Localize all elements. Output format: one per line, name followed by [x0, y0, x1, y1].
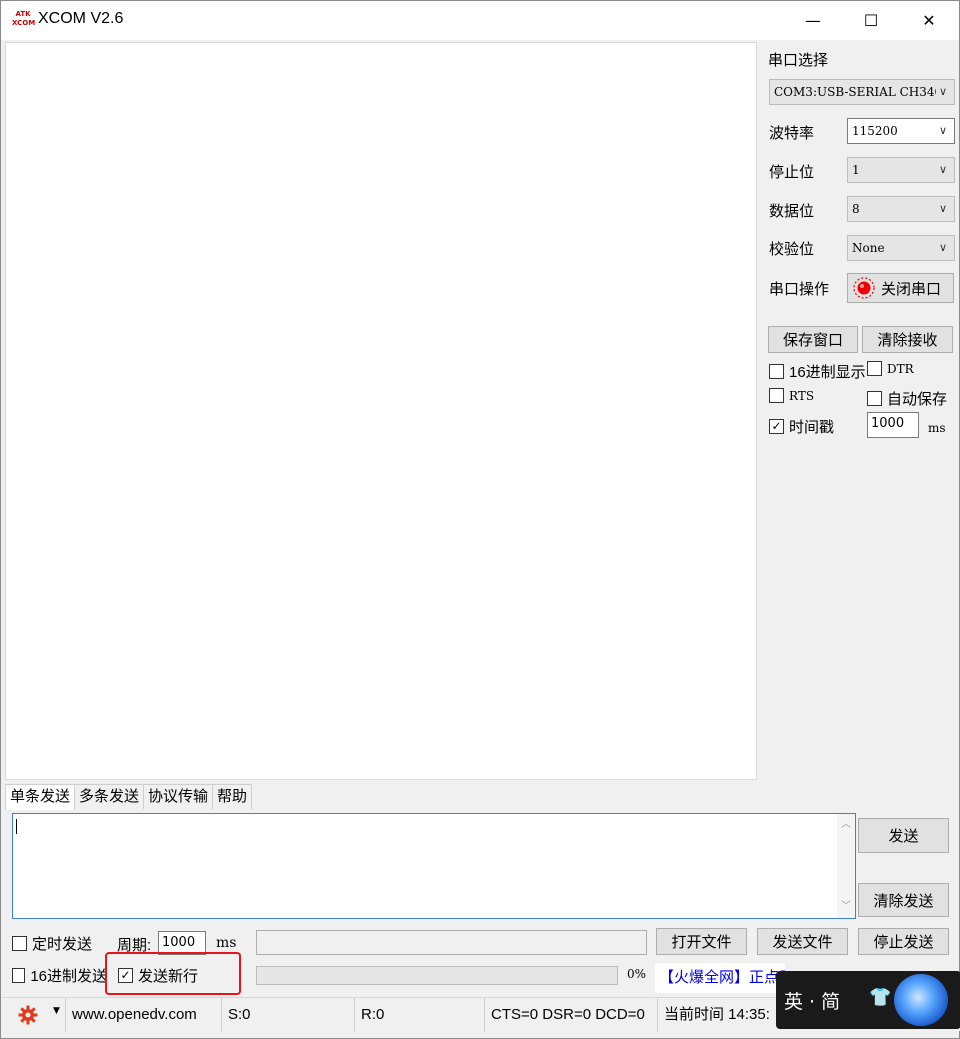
close-button[interactable]: ✕	[900, 1, 958, 40]
parity-select[interactable]: None ∨	[847, 235, 955, 261]
send-button[interactable]: 发送	[858, 818, 949, 853]
timed-send-checkbox[interactable]: 定时发送	[12, 933, 92, 954]
dtr-label: DTR	[887, 361, 914, 376]
baud-select[interactable]: 115200 ∨	[847, 118, 955, 144]
chevron-down-icon: ∨	[936, 158, 950, 182]
send-tabs: 单条发送 多条发送 协议传输 帮助	[5, 784, 253, 810]
port-operation-label: 串口操作	[769, 281, 830, 298]
send-scrollbar[interactable]: ︿ ﹀	[837, 814, 855, 918]
check-icon: ✓	[769, 419, 784, 434]
minimize-button[interactable]: —	[784, 1, 842, 40]
data-bits-value: 8	[852, 202, 860, 216]
ime-orb-icon	[894, 974, 948, 1026]
send-textarea[interactable]: ︿ ﹀	[12, 813, 856, 919]
received-count: R:0	[354, 998, 484, 1032]
chevron-down-icon: ∨	[936, 80, 950, 104]
xcom-window: ATK XCOM XCOM V2.6 — ☐ ✕ 串口选择 COM3:USB-SE…	[0, 0, 960, 1039]
text-caret	[16, 819, 17, 834]
data-bits-select[interactable]: 8 ∨	[847, 196, 955, 222]
caret-down-icon[interactable]: ▼	[53, 1006, 60, 1016]
timestamp-label: 时间戳	[789, 419, 835, 436]
close-port-button[interactable]: 关闭串口	[847, 273, 954, 303]
highlight-box	[105, 952, 241, 995]
chevron-down-icon: ∨	[936, 236, 950, 260]
rts-checkbox[interactable]: RTS	[769, 388, 814, 403]
tab-multi-send[interactable]: 多条发送	[74, 784, 145, 809]
stop-bits-label: 停止位	[769, 164, 815, 181]
window-title: XCOM V2.6	[38, 10, 124, 27]
hex-display-checkbox[interactable]: 16进制显示	[769, 361, 866, 382]
settings-gear-icon[interactable]	[18, 1005, 38, 1025]
scroll-down-icon[interactable]: ﹀	[837, 898, 855, 916]
hex-send-label: 16进制发送	[30, 968, 107, 985]
tab-protocol[interactable]: 协议传输	[143, 784, 214, 809]
chevron-down-icon: ∨	[936, 197, 950, 221]
timed-send-label: 定时发送	[32, 936, 93, 953]
checkbox-box	[867, 391, 882, 406]
hex-send-checkbox[interactable]: 16进制发送	[12, 965, 107, 986]
tab-single-send[interactable]: 单条发送	[5, 784, 76, 810]
stop-bits-value: 1	[852, 163, 860, 177]
title-bar[interactable]: ATK XCOM XCOM V2.6 — ☐ ✕	[1, 1, 959, 40]
port-select[interactable]: COM3:USB-SERIAL CH340 ∨	[769, 79, 955, 105]
timestamp-input[interactable]: 1000	[867, 412, 919, 438]
dtr-checkbox[interactable]: DTR	[867, 361, 914, 376]
ime-toolbar[interactable]: 英 · 简 👕	[776, 971, 960, 1029]
checkbox-box	[12, 968, 26, 983]
port-select-value: COM3:USB-SERIAL CH340	[774, 85, 943, 99]
timestamp-unit: ms	[928, 421, 946, 435]
ad-link[interactable]: 【火爆全网】正点原	[655, 963, 785, 993]
checkbox-box	[769, 388, 784, 403]
sent-count: S:0	[221, 998, 354, 1032]
ime-mode-text: 英 · 简	[784, 991, 841, 1013]
file-path-field[interactable]	[256, 930, 647, 955]
baud-label: 波特率	[769, 125, 815, 142]
timestamp-checkbox[interactable]: ✓ 时间戳	[769, 416, 834, 437]
send-file-button[interactable]: 发送文件	[757, 928, 848, 955]
receive-textarea[interactable]	[5, 42, 757, 780]
data-bits-label: 数据位	[769, 203, 815, 220]
parity-value: None	[852, 241, 885, 255]
close-port-label: 关闭串口	[881, 280, 942, 298]
scroll-up-icon[interactable]: ︿	[837, 816, 855, 834]
open-file-button[interactable]: 打开文件	[656, 928, 747, 955]
stop-send-button[interactable]: 停止发送	[858, 928, 949, 955]
chevron-down-icon: ∨	[936, 119, 950, 143]
auto-save-checkbox[interactable]: 自动保存	[867, 388, 947, 409]
checkbox-box	[867, 361, 882, 376]
hex-display-label: 16进制显示	[789, 364, 866, 381]
maximize-button[interactable]: ☐	[842, 1, 900, 40]
red-led-icon	[853, 277, 875, 299]
checkbox-box	[12, 936, 27, 951]
stop-bits-select[interactable]: 1 ∨	[847, 157, 955, 183]
port-select-label: 串口选择	[768, 52, 829, 69]
website-link[interactable]: www.openedv.com	[65, 998, 218, 1032]
app-logo-icon: ATK XCOM	[12, 10, 36, 27]
clear-send-button[interactable]: 清除发送	[858, 883, 949, 917]
signal-status: CTS=0 DSR=0 DCD=0	[484, 998, 656, 1032]
clear-receive-button[interactable]: 清除接收	[862, 326, 953, 353]
current-time: 当前时间 14:35:	[657, 998, 792, 1032]
save-window-button[interactable]: 保存窗口	[768, 326, 858, 353]
baud-select-value: 115200	[852, 124, 898, 138]
send-progress-text: 0%	[627, 967, 647, 981]
tab-help[interactable]: 帮助	[212, 784, 253, 809]
parity-label: 校验位	[769, 241, 815, 258]
ime-shirt-icon[interactable]: 👕	[869, 987, 891, 1008]
checkbox-box	[769, 364, 784, 379]
rts-label: RTS	[789, 388, 815, 403]
send-progress-bar	[256, 966, 618, 985]
auto-save-label: 自动保存	[887, 391, 948, 408]
period-unit: ms	[216, 935, 237, 951]
